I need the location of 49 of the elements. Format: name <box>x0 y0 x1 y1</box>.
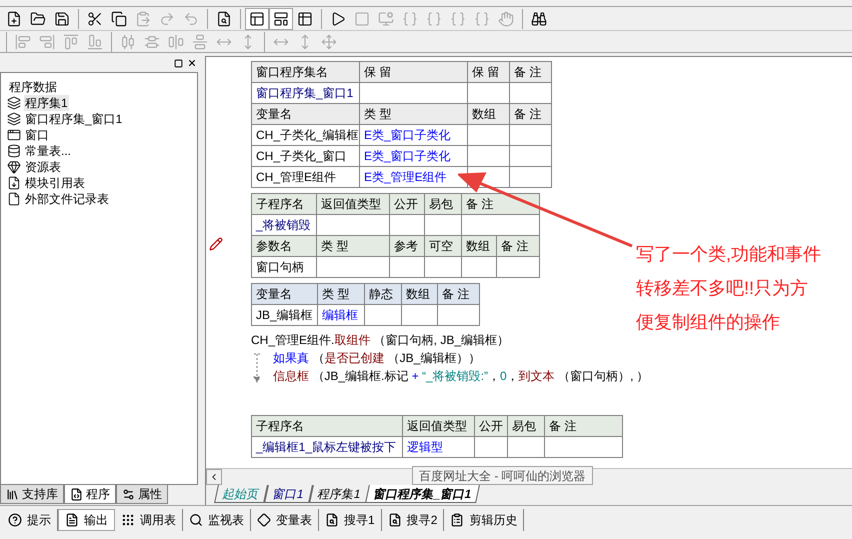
table-cell: E类_管理E组件 <box>360 167 468 188</box>
column-header: 变量名 <box>252 284 318 305</box>
code-line: CH_管理E组件.取组件 （窗口句柄, JB_编辑框） <box>251 332 510 349</box>
column-header: 数组 <box>468 104 510 125</box>
code-line: 信息框 （JB_编辑框.标记 + “_将被销毁:”，0，到文本 （窗口句柄）, ） <box>273 368 649 385</box>
table-cell: 窗口句柄 <box>252 257 317 278</box>
table-cell: 编辑框 <box>318 305 365 326</box>
table-cell: E类_窗口子类化 <box>360 146 468 167</box>
table-cell: CH_管理E组件 <box>252 167 360 188</box>
column-header: 窗口程序集名 <box>252 62 360 83</box>
column-header: 子程序名 <box>252 416 403 437</box>
column-header: 静态 <box>365 284 402 305</box>
column-header: 类 型 <box>318 284 365 305</box>
table-cell: CH_子类化_编辑框 <box>252 125 360 146</box>
table-cell: 逻辑型 <box>403 437 475 458</box>
column-header: 备 注 <box>545 416 623 437</box>
column-header: 备 注 <box>438 284 480 305</box>
table-cell: JB_编辑框 <box>252 305 318 326</box>
column-header: 保 留 <box>360 62 468 83</box>
column-header: 公开 <box>390 194 425 215</box>
annotation-text: 便复制组件的操作 <box>636 311 781 333</box>
column-header: 类 型 <box>360 104 468 125</box>
annotation-text: 写了一个类,功能和事件 <box>636 243 822 265</box>
column-header: 可空 <box>425 236 462 257</box>
column-header: 返回值类型 <box>317 194 390 215</box>
table-cell: _将被销毁 <box>252 215 317 236</box>
column-header: 易包 <box>508 416 545 437</box>
column-header: 公开 <box>475 416 508 437</box>
column-header: 类 型 <box>317 236 390 257</box>
column-header: 数组 <box>402 284 438 305</box>
column-header: 参考 <box>390 236 425 257</box>
column-header: 备 注 <box>462 194 540 215</box>
column-header: 备 注 <box>510 104 552 125</box>
column-header: 子程序名 <box>252 194 317 215</box>
table-cell: _编辑框1_鼠标左键被按下 <box>252 437 403 458</box>
code-line: 如果真 （是否已创建 （JB_编辑框）） <box>273 350 480 367</box>
table-cell: 窗口程序集_窗口1 <box>252 83 360 104</box>
column-header: 参数名 <box>252 236 317 257</box>
column-header: 数组 <box>462 236 497 257</box>
column-header: 易包 <box>425 194 462 215</box>
column-header: 返回值类型 <box>403 416 475 437</box>
table-cell: CH_子类化_窗口 <box>252 146 360 167</box>
annotation-text: 转移差不多吧!!只为方 <box>636 277 810 299</box>
column-header: 备 注 <box>510 62 552 83</box>
column-header: 变量名 <box>252 104 360 125</box>
tooltip: 百度网址大全 - 呵呵仙的浏览器 <box>412 466 593 485</box>
column-header: 保 留 <box>468 62 510 83</box>
table-cell: E类_窗口子类化 <box>360 125 468 146</box>
column-header: 备 注 <box>497 236 540 257</box>
